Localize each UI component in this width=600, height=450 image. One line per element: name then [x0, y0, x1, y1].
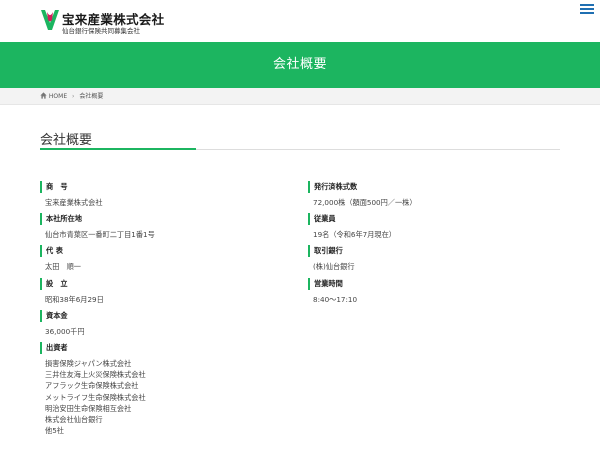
info-value: 19名（令和6年7月現在）	[308, 229, 558, 240]
info-item: 本社所在地仙台市青葉区一番町二丁目1番1号	[40, 213, 290, 245]
info-value: 仙台市青葉区一番町二丁目1番1号	[40, 229, 290, 240]
info-value-line: 明治安田生命保険相互会社	[45, 403, 132, 413]
hamburger-menu-icon[interactable]	[579, 2, 595, 18]
breadcrumb: HOME › 会社概要	[0, 88, 600, 105]
info-value-line: 36,000千円	[45, 326, 85, 336]
info-item: 設 立昭和38年6月29日	[40, 277, 290, 310]
info-label: 出資者	[40, 342, 290, 355]
info-value-line: 8:40〜17:10	[313, 294, 358, 304]
info-value-line: 宝来産業株式会社	[45, 198, 103, 207]
info-value-line: 仙台市青葉区一番町二丁目1番1号	[45, 230, 155, 240]
info-label: 資本金	[40, 309, 290, 322]
info-item: 商 号宝来産業株式会社	[40, 181, 290, 213]
breadcrumb-current: 会社概要	[79, 93, 104, 100]
info-item: 取引銀行 (株)仙台銀行	[308, 245, 558, 277]
info-item: 代 表太田 順一	[40, 245, 290, 277]
info-value-line: アフラック生命保険株式会社	[45, 381, 139, 391]
home-icon	[40, 92, 47, 99]
breadcrumb-home-link[interactable]: HOME	[49, 93, 67, 100]
title-divider-accent	[40, 148, 196, 150]
info-label: 代 表	[40, 245, 290, 258]
company-subtitle: 仙台銀行保険共同募集会社	[62, 27, 140, 35]
info-label: 従業員	[308, 213, 558, 226]
menu-bar	[580, 8, 594, 10]
company-info-left-column: 商 号宝来産業株式会社本社所在地仙台市青葉区一番町二丁目1番1号代 表太田 順一…	[40, 181, 290, 441]
info-value: 昭和38年6月29日	[40, 294, 290, 305]
info-value-line: 三井住友海上火災保険株式会社	[45, 370, 146, 380]
info-value-line: 19名（令和6年7月現在）	[313, 230, 396, 240]
info-label: 商 号	[40, 181, 290, 193]
info-item: 出資者損害保険ジャパン株式会社 三井住友海上火災保険株式会社 アフラック生命保険株式…	[40, 342, 290, 441]
info-label: 営業時間	[308, 277, 558, 290]
info-value: 36,000千円	[40, 326, 290, 337]
info-value: 8:40〜17:10	[308, 294, 558, 305]
info-label: 取引銀行	[308, 245, 558, 258]
info-value-line: 72,000株（額面500円／一株）	[313, 198, 417, 207]
info-value-line: メットライフ生命保険株式会社	[45, 392, 146, 402]
info-label: 発行済株式数	[308, 181, 558, 193]
info-label: 設 立	[40, 277, 290, 290]
info-item: 発行済株式数 72,000株（額面500円／一株）	[308, 181, 558, 213]
info-value: 宝来産業株式会社	[40, 197, 290, 208]
menu-bar	[580, 12, 594, 14]
company-logo-icon[interactable]	[40, 9, 60, 31]
info-value-line: 株式会社仙台銀行	[45, 415, 103, 425]
page-banner: 会社概要	[0, 42, 600, 88]
info-value: 72,000株（額面500円／一株）	[308, 197, 558, 208]
info-value: (株)仙台銀行	[308, 261, 558, 272]
info-item: 従業員 19名（令和6年7月現在）	[308, 213, 558, 245]
breadcrumb-separator: ›	[72, 93, 75, 100]
info-value: 太田 順一	[40, 261, 290, 272]
menu-bar	[580, 4, 594, 6]
info-value-line: 損害保険ジャパン株式会社	[45, 359, 132, 369]
info-value-line: 他5社	[45, 426, 64, 436]
info-item: 営業時間 8:40〜17:10	[308, 277, 558, 310]
info-label: 本社所在地	[40, 213, 290, 226]
info-value-line: (株)仙台銀行	[313, 262, 355, 272]
company-info-right-column: 発行済株式数 72,000株（額面500円／一株） 従業員 19名（令和6年7月現在）…	[308, 181, 558, 310]
info-value-line: 太田 順一	[45, 262, 81, 272]
info-value: 損害保険ジャパン株式会社 三井住友海上火災保険株式会社 アフラック生命保険株式会社メ…	[40, 358, 290, 436]
page-title: 会社概要	[40, 133, 93, 148]
site-header: 宝来産業株式会社 仙台銀行保険共同募集会社	[0, 0, 600, 42]
banner-title: 会社概要	[272, 57, 327, 72]
info-item: 資本金 36,000千円	[40, 309, 290, 342]
info-value-line: 昭和38年6月29日	[45, 294, 104, 304]
